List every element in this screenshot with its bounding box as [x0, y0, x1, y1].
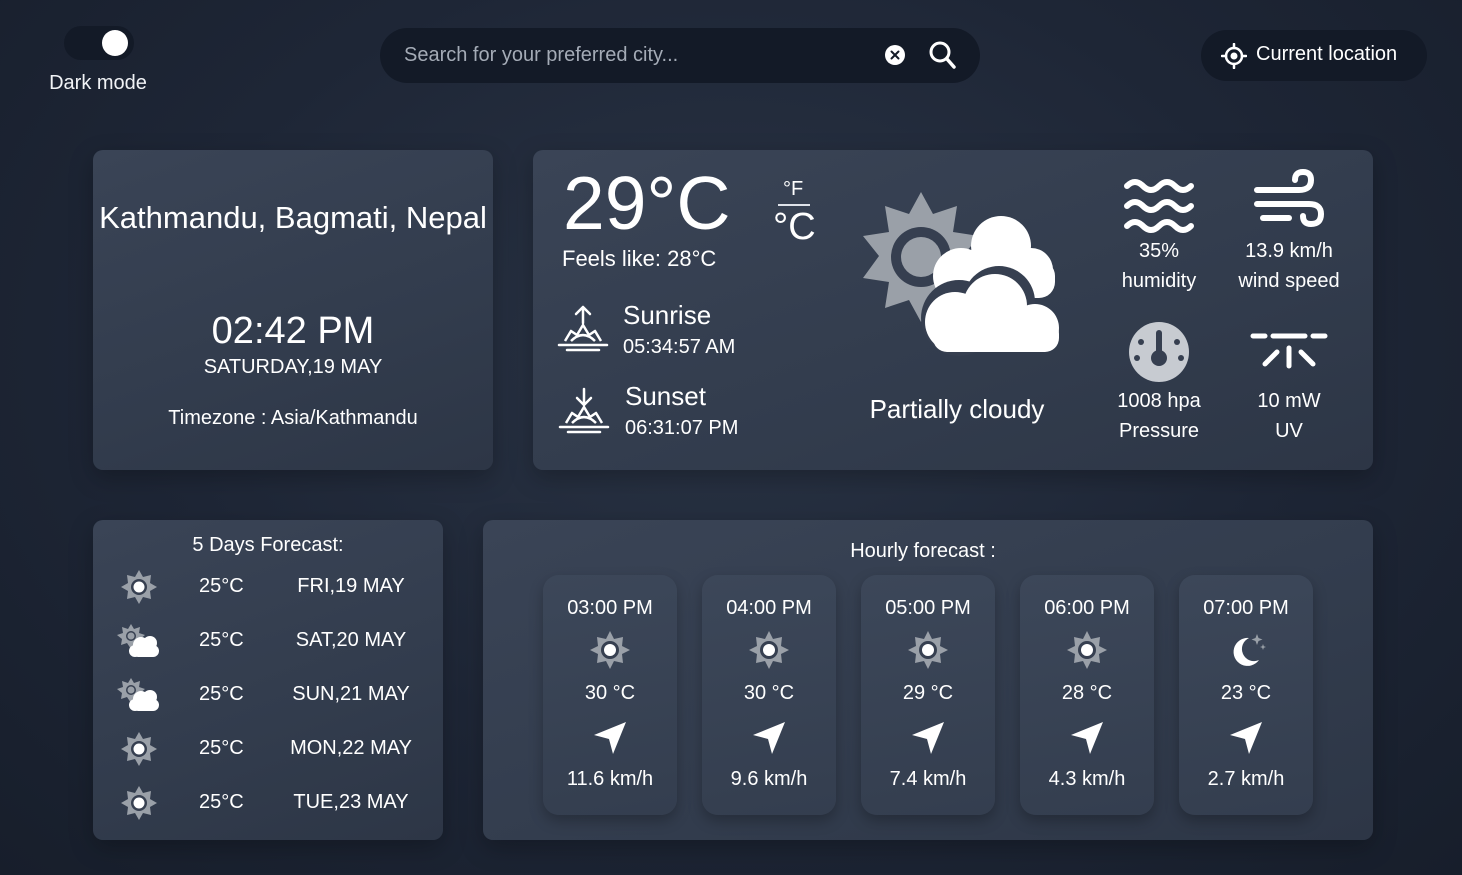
feels-like: Feels like: 28°C	[562, 246, 717, 271]
sun-icon	[121, 732, 157, 766]
day-date: TUE,23 MAY	[293, 791, 409, 813]
sun-icon	[749, 631, 789, 669]
hour-temp: 23 °C	[1220, 682, 1272, 704]
sunrise-label: Sunrise	[623, 300, 712, 330]
hour-wind: 2.7 km/h	[1207, 768, 1285, 790]
unit-celsius[interactable]: °C	[773, 206, 816, 249]
dark-mode-label: Dark mode	[49, 72, 147, 94]
hourly-item: 05:00 PM 29 °C 7.4 km/h	[861, 575, 995, 815]
wind-speed-label: wind speed	[1238, 270, 1340, 292]
hour-wind: 4.3 km/h	[1048, 768, 1126, 790]
day-temp: 25°C	[199, 629, 244, 651]
wind-direction-icon	[594, 722, 626, 754]
crosshair-icon	[1221, 43, 1247, 69]
humidity-label: humidity	[1121, 270, 1197, 292]
sunset-icon	[558, 387, 610, 434]
sun-icon	[121, 786, 157, 820]
location-card: Kathmandu, Bagmati, Nepal 02:42 PM SATUR…	[93, 150, 493, 470]
hour-temp: 28 °C	[1061, 682, 1113, 704]
search-icon[interactable]	[928, 40, 956, 70]
forecast-day-row: 25°C FRI,19 MAY	[93, 567, 443, 607]
sun-icon	[1067, 631, 1107, 669]
current-weather-card: 29°C °F °C Feels like: 28°C Sunrise 05:3…	[533, 150, 1373, 470]
sunrise-time: 05:34:57 AM	[623, 336, 736, 358]
wind-direction-icon	[912, 722, 944, 754]
hour-temp: 30 °C	[584, 682, 636, 704]
hour-temp: 30 °C	[743, 682, 795, 704]
sun-icon	[590, 631, 630, 669]
partly-cloudy-icon	[863, 192, 1059, 356]
day-date: SAT,20 MAY	[295, 629, 407, 651]
local-date: SATURDAY,19 MAY	[203, 356, 383, 378]
hour-time: 05:00 PM	[885, 597, 971, 619]
day-temp: 25°C	[199, 791, 244, 813]
humidity-value: 35%	[1138, 240, 1180, 262]
hourly-item: 07:00 PM 23 °C 2.7 km/h	[1179, 575, 1313, 815]
five-day-forecast-card: 5 Days Forecast: 25°C FRI,19 MAY 25°C SA…	[93, 520, 443, 840]
five-day-title: 5 Days Forecast:	[192, 534, 344, 556]
current-temperature: 29°C	[563, 161, 731, 245]
forecast-day-row: 25°C MON,22 MAY	[93, 729, 443, 769]
hour-time: 03:00 PM	[567, 597, 653, 619]
hour-wind: 11.6 km/h	[566, 768, 654, 790]
wind-direction-icon	[1230, 722, 1262, 754]
unit-fahrenheit[interactable]: °F	[783, 178, 803, 201]
humidity-icon	[1124, 179, 1194, 233]
day-date: FRI,19 MAY	[297, 575, 405, 597]
wind-speed-value: 13.9 km/h	[1245, 240, 1333, 262]
day-temp: 25°C	[199, 737, 244, 759]
hour-time: 04:00 PM	[726, 597, 812, 619]
local-time: 02:42 PM	[211, 310, 375, 352]
sun-icon	[908, 631, 948, 669]
day-date: MON,22 MAY	[290, 737, 412, 759]
forecast-day-row: 25°C SUN,21 MAY	[93, 675, 443, 715]
hourly-title: Hourly forecast :	[850, 540, 996, 562]
uv-icon	[1250, 333, 1328, 369]
wind-direction-icon	[753, 722, 785, 754]
hour-wind: 9.6 km/h	[730, 768, 808, 790]
current-location-button[interactable]: Current location	[1201, 30, 1427, 81]
wind-icon	[1254, 168, 1325, 228]
day-date: SUN,21 MAY	[292, 683, 410, 705]
uv-value: 10 mW	[1257, 390, 1321, 412]
hour-time: 07:00 PM	[1203, 597, 1289, 619]
timezone: Timezone : Asia/Kathmandu	[168, 407, 418, 429]
pressure-label: Pressure	[1118, 420, 1200, 442]
moon-icon	[1233, 634, 1266, 666]
city-name: Kathmandu, Bagmati, Nepal	[99, 200, 487, 235]
search-input[interactable]	[404, 28, 874, 83]
toggle-knob[interactable]	[102, 30, 128, 56]
forecast-day-row: 25°C TUE,23 MAY	[93, 783, 443, 823]
wind-direction-icon	[1071, 722, 1103, 754]
sun-icon	[121, 570, 157, 604]
hour-temp: 29 °C	[902, 682, 954, 704]
dark-mode-toggle[interactable]	[64, 26, 134, 60]
sunset-label: Sunset	[625, 381, 706, 411]
hour-time: 06:00 PM	[1044, 597, 1130, 619]
hour-wind: 7.4 km/h	[889, 768, 967, 790]
day-temp: 25°C	[199, 575, 244, 597]
day-temp: 25°C	[199, 683, 244, 705]
sun-cloud-icon	[117, 678, 159, 711]
sunset-time: 06:31:07 PM	[625, 417, 739, 439]
uv-label: UV	[1275, 420, 1303, 442]
clear-icon[interactable]	[884, 44, 906, 66]
hourly-item: 04:00 PM 30 °C 9.6 km/h	[702, 575, 836, 815]
hourly-forecast-card: Hourly forecast : 03:00 PM 30 °C 11.6 km…	[483, 520, 1373, 840]
weather-condition: Partially cloudy	[869, 394, 1045, 424]
current-location-label: Current location	[1256, 43, 1398, 65]
sun-cloud-icon	[117, 624, 159, 657]
pressure-gauge-icon	[1129, 322, 1189, 382]
sunrise-icon	[557, 305, 609, 352]
hourly-item: 06:00 PM 28 °C 4.3 km/h	[1020, 575, 1154, 815]
forecast-day-row: 25°C SAT,20 MAY	[93, 621, 443, 661]
pressure-value: 1008 hpa	[1117, 390, 1201, 412]
hourly-item: 03:00 PM 30 °C 11.6 km/h	[543, 575, 677, 815]
